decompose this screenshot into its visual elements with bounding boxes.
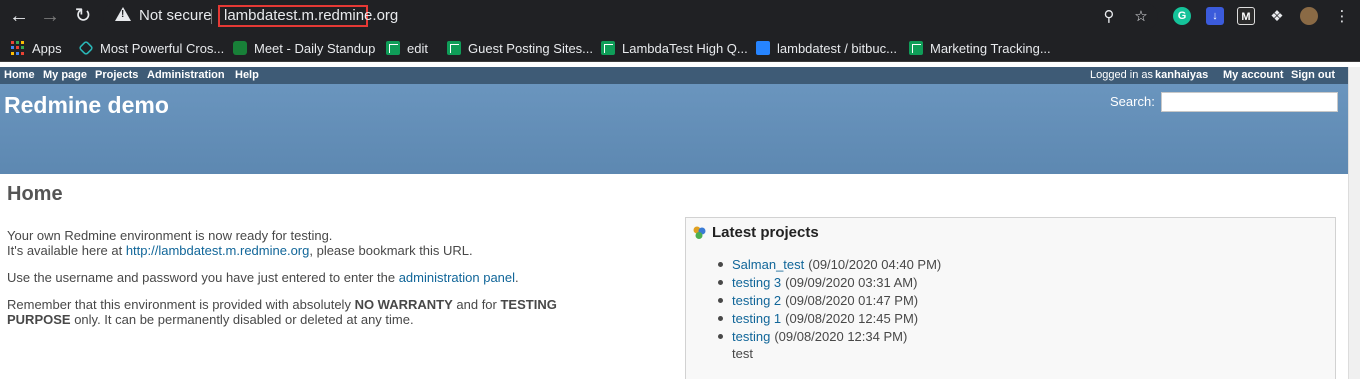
star-icon[interactable]: ☆ — [1131, 7, 1151, 27]
divider — [211, 9, 212, 24]
latest-projects-title: Latest projects — [712, 224, 819, 241]
menu-help[interactable]: Help — [235, 69, 259, 81]
extension-icon[interactable]: ↓ — [1206, 7, 1224, 25]
sheets-icon — [447, 41, 461, 55]
search-input[interactable] — [1161, 92, 1338, 112]
list-item: testing 2 (09/08/2020 01:47 PM) — [718, 293, 918, 308]
security-label[interactable]: Not secure — [139, 7, 212, 24]
menu-administration[interactable]: Administration — [147, 69, 225, 81]
search-label: Search: — [1110, 94, 1155, 109]
list-item: testing 1 (09/08/2020 12:45 PM) — [718, 311, 918, 326]
key-icon[interactable]: ⚲ — [1099, 7, 1119, 27]
menu-home[interactable]: Home — [4, 69, 35, 81]
bookmark-apps[interactable]: Apps — [11, 39, 62, 57]
menu-my-page[interactable]: My page — [43, 69, 87, 81]
project-link[interactable]: testing 1 — [732, 311, 781, 326]
project-description: test — [732, 346, 753, 361]
page-scrollbar[interactable] — [1348, 67, 1360, 379]
sheets-icon — [909, 41, 923, 55]
bookmark-item[interactable]: Meet - Daily Standup — [233, 39, 375, 57]
grammarly-extension-icon[interactable]: G — [1173, 7, 1191, 25]
list-item: testing (09/08/2020 12:34 PM) — [718, 329, 907, 344]
project-link[interactable]: testing 2 — [732, 293, 781, 308]
bookmark-item[interactable]: Most Powerful Cros... — [78, 39, 224, 57]
logged-in-label: Logged in as — [1090, 69, 1153, 81]
profile-avatar[interactable] — [1300, 7, 1318, 25]
project-link[interactable]: testing — [732, 329, 770, 344]
bookmark-item[interactable]: Guest Posting Sites... — [447, 39, 593, 57]
reload-icon[interactable]: ↻ — [71, 5, 95, 27]
google-meet-icon — [233, 41, 247, 55]
menu-dots-icon[interactable]: ⋮ — [1332, 7, 1352, 27]
url-text[interactable]: lambdatest.m.redmine.org — [224, 7, 398, 24]
my-account-link[interactable]: My account — [1223, 69, 1284, 81]
bookmark-item[interactable]: LambdaTest High Q... — [601, 39, 748, 57]
project-link[interactable]: Salman_test — [732, 257, 804, 272]
redmine-url-link[interactable]: http://lambdatest.m.redmine.org — [126, 243, 310, 258]
forward-arrow-icon[interactable]: → — [38, 5, 62, 27]
project-link[interactable]: testing 3 — [732, 275, 781, 290]
bookmark-item[interactable]: lambdatest / bitbuc... — [756, 39, 897, 57]
lambdatest-icon — [78, 40, 94, 56]
bookmark-item[interactable]: edit — [386, 39, 428, 57]
warning-line-2: PURPOSE only. It can be permanently disa… — [7, 312, 414, 327]
intro-line-1: Your own Redmine environment is now read… — [7, 228, 333, 243]
apps-grid-icon — [11, 41, 25, 55]
back-arrow-icon[interactable]: ← — [7, 5, 31, 27]
sign-out-link[interactable]: Sign out — [1291, 69, 1335, 81]
page-title: Home — [7, 183, 63, 205]
list-item: testing 3 (09/09/2020 03:31 AM) — [718, 275, 917, 290]
warning-line-1: Remember that this environment is provid… — [7, 297, 557, 312]
menu-projects[interactable]: Projects — [95, 69, 138, 81]
site-title: Redmine demo — [4, 92, 169, 118]
bookmark-item[interactable]: Marketing Tracking... — [909, 39, 1051, 57]
m-extension-icon[interactable]: M — [1237, 7, 1255, 25]
intro-line-2: It's available here at http://lambdatest… — [7, 243, 473, 258]
puzzle-icon[interactable]: ❖ — [1267, 7, 1287, 27]
bitbucket-icon — [756, 41, 770, 55]
username-link[interactable]: kanhaiyas — [1155, 69, 1208, 81]
projects-icon — [693, 226, 706, 239]
administration-panel-link[interactable]: administration panel — [399, 270, 515, 285]
sheets-icon — [601, 41, 615, 55]
usage-paragraph: Use the username and password you have j… — [7, 270, 519, 285]
sheets-icon — [386, 41, 400, 55]
list-item: Salman_test (09/10/2020 04:40 PM) — [718, 257, 941, 272]
